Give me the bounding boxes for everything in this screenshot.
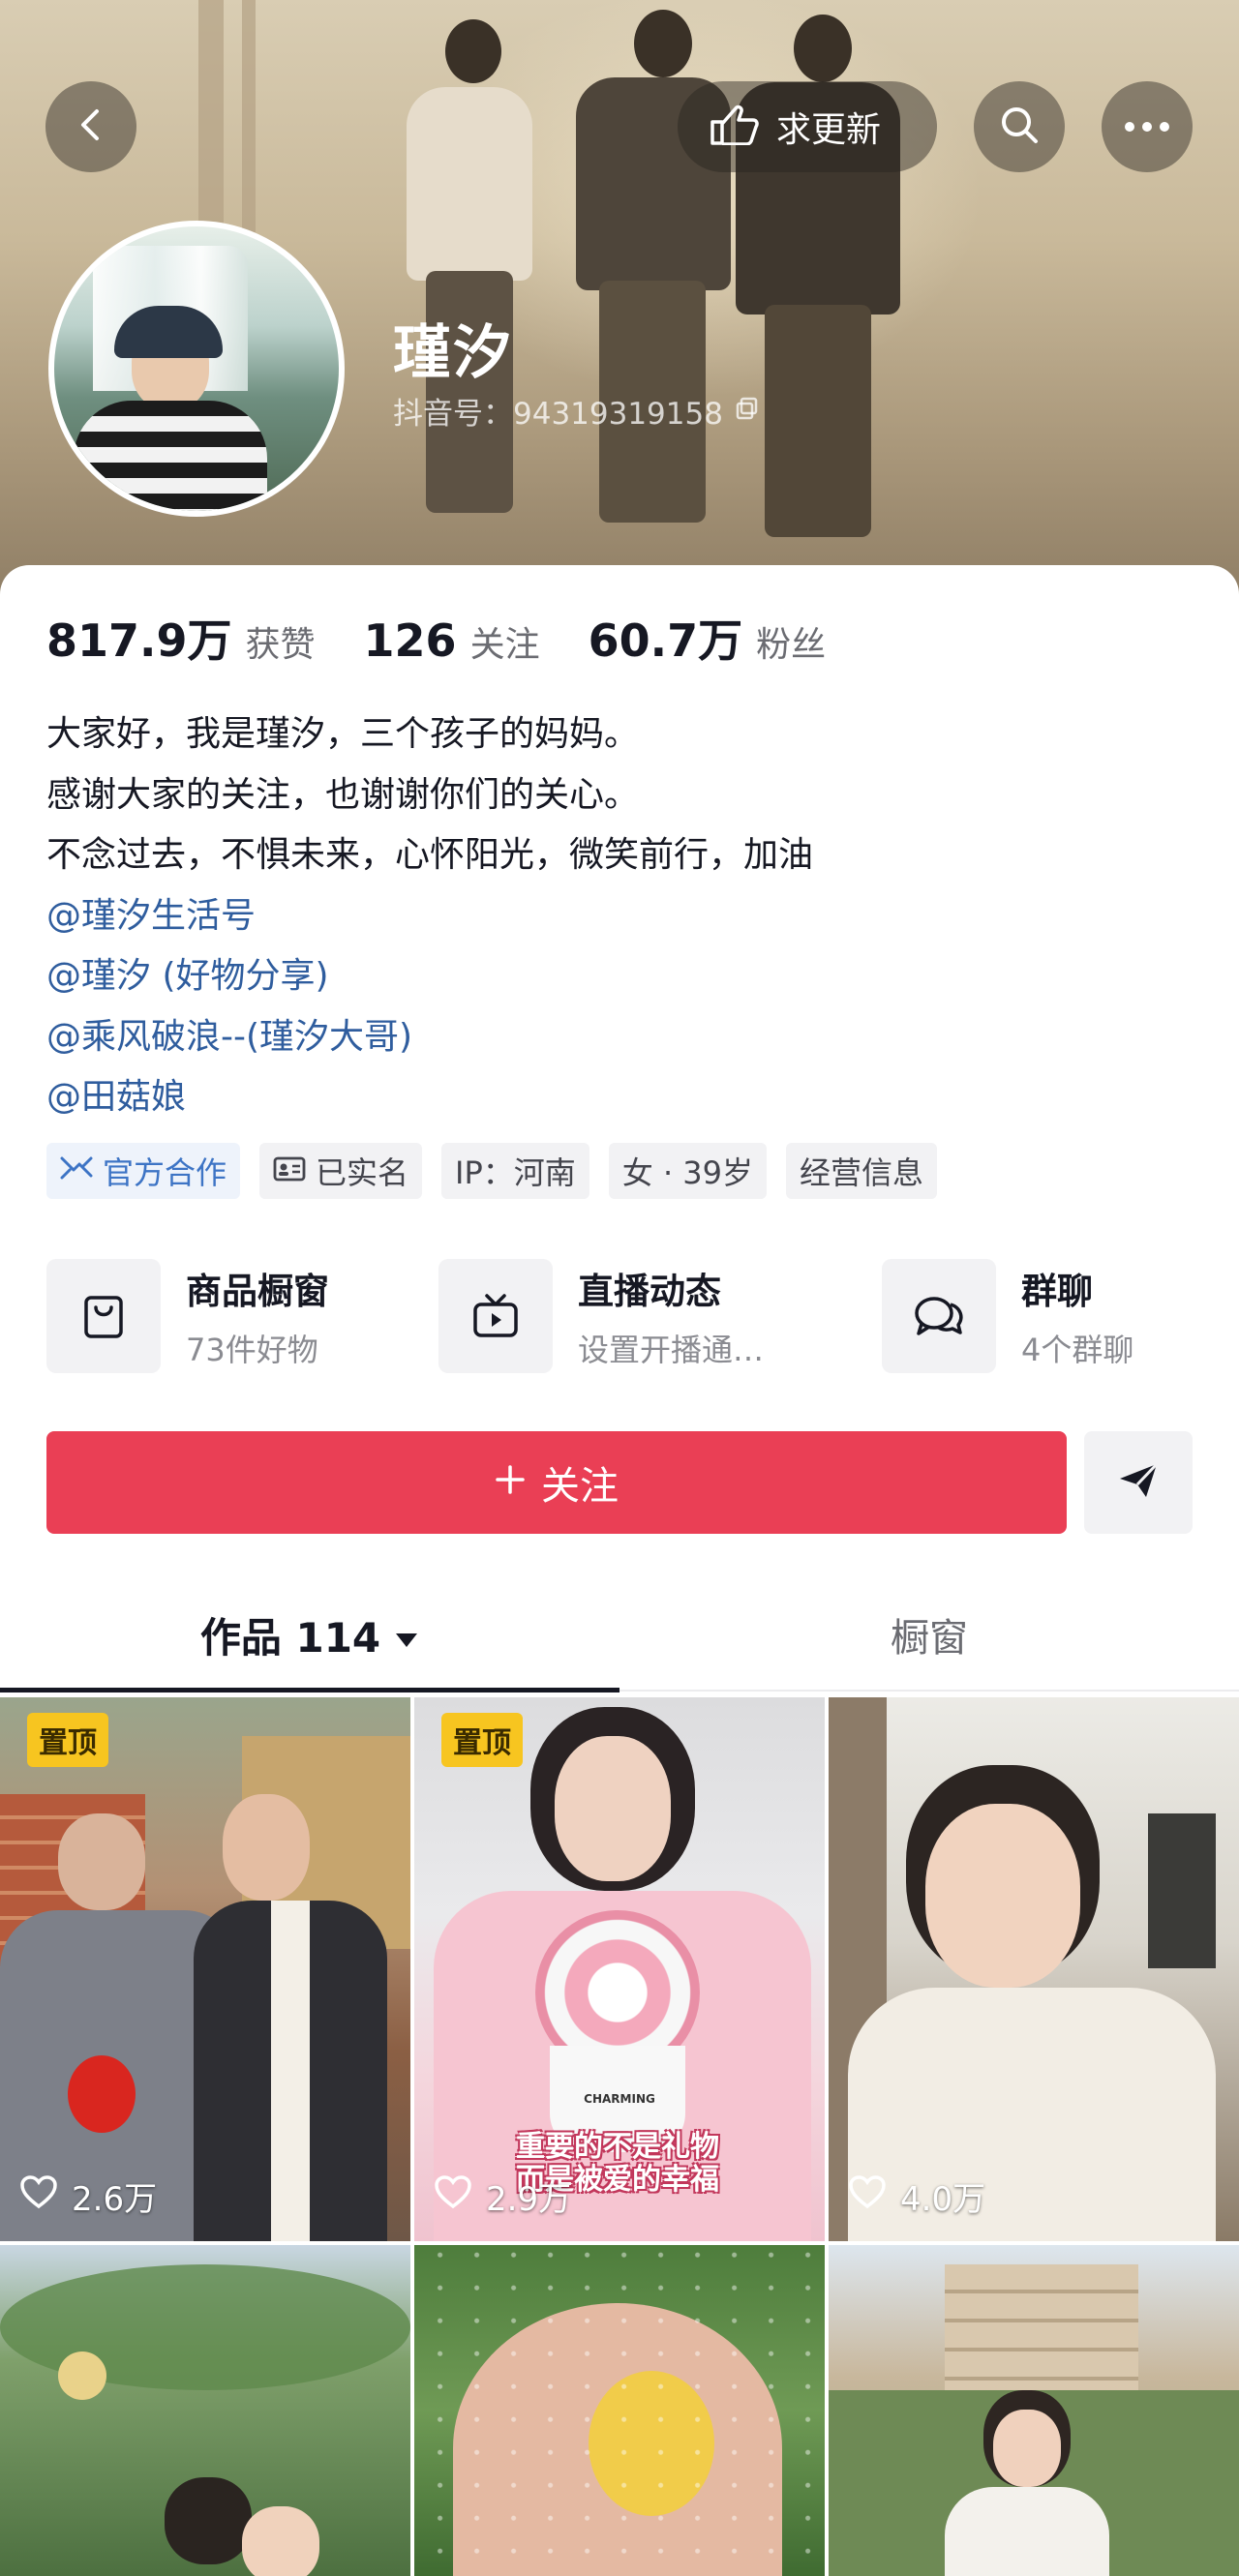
active-tab-indicator <box>0 1688 620 1692</box>
follow-button[interactable]: 关注 <box>46 1431 1067 1534</box>
stat-label: 粉丝 <box>756 625 827 665</box>
video-likes: 2.9万 <box>434 2172 571 2220</box>
tag-label: 已实名 <box>316 1154 409 1191</box>
video-thumbnail[interactable] <box>829 2245 1239 2576</box>
tag-label: 女 · 39岁 <box>621 1154 754 1191</box>
search-button[interactable] <box>974 81 1065 172</box>
stats-row: 817.9万 获赞 126 关注 60.7万 粉丝 <box>46 606 874 670</box>
service-title: 商品橱窗 <box>186 1271 329 1312</box>
cooperation-icon <box>60 1153 93 1189</box>
services-row: 商品橱窗 73件好物 直播动态 设置开播通… 群聊 4个群聊 <box>46 1259 1193 1375</box>
profile-banner: 求更新 瑾汐 抖音号：94319319158 <box>0 0 1239 600</box>
profile-name: 瑾汐 <box>393 319 513 387</box>
video-caption-line: 重要的不是礼物 <box>516 2130 719 2164</box>
service-subtitle: 73件好物 <box>186 1332 318 1368</box>
tag-ip-location: IP：河南 <box>441 1143 589 1199</box>
follow-label: 关注 <box>541 1464 619 1509</box>
back-button[interactable] <box>45 81 136 172</box>
pointing-hand-icon <box>709 101 759 154</box>
likes-count: 2.9万 <box>486 2180 572 2219</box>
service-shop-window[interactable]: 商品橱窗 73件好物 <box>46 1259 329 1373</box>
tag-label: IP：河南 <box>455 1154 576 1191</box>
back-arrow-icon <box>72 105 110 148</box>
share-button[interactable] <box>1084 1431 1193 1534</box>
request-update-label: 求更新 <box>776 110 882 150</box>
bio-line: 不念过去，不惧未来，心怀阳光，微笑前行，加油 <box>46 835 814 875</box>
avatar[interactable] <box>48 221 345 517</box>
bio-line: 感谢大家的关注，也谢谢你们的关心。 <box>46 774 640 815</box>
stat-followers[interactable]: 60.7万 粉丝 <box>589 606 827 670</box>
copy-icon[interactable] <box>735 394 760 429</box>
banner-tree <box>242 0 256 232</box>
likes-count: 4.0万 <box>900 2180 986 2219</box>
stat-number: 60.7万 <box>588 614 743 667</box>
search-icon <box>998 104 1041 150</box>
video-thumbnail[interactable]: 置顶 2.6万 <box>0 1697 410 2241</box>
caret-down-icon <box>394 1611 419 1659</box>
profile-tags: 官方合作 已实名 IP：河南 女 · 39岁 经营信息 <box>46 1143 938 1199</box>
bio: 大家好，我是瑾汐，三个孩子的妈妈。 感谢大家的关注，也谢谢你们的关心。 不念过去… <box>46 704 813 1128</box>
service-title: 直播动态 <box>578 1271 721 1312</box>
service-title: 群聊 <box>1021 1271 1093 1312</box>
tab-works[interactable]: 作品 114 <box>0 1581 620 1688</box>
pinned-badge: 置顶 <box>441 1713 523 1767</box>
heart-icon <box>19 2174 58 2218</box>
send-icon <box>1117 1461 1160 1504</box>
banner-tree <box>198 0 224 232</box>
tag-business-info[interactable]: 经营信息 <box>786 1143 938 1199</box>
service-subtitle: 设置开播通… <box>578 1332 765 1368</box>
heart-icon <box>434 2174 472 2218</box>
shopping-bag-icon <box>46 1259 161 1373</box>
tag-label: 官方合作 <box>103 1154 227 1191</box>
video-likes: 4.0万 <box>848 2172 985 2220</box>
tab-divider <box>620 1690 1239 1692</box>
tv-live-icon <box>438 1259 553 1373</box>
tab-label: 橱窗 <box>891 1616 968 1661</box>
service-group-chat[interactable]: 群聊 4个群聊 <box>882 1259 1133 1373</box>
pinned-badge: 置顶 <box>27 1713 108 1767</box>
service-subtitle: 4个群聊 <box>1021 1332 1134 1368</box>
likes-count: 2.6万 <box>72 2180 158 2219</box>
video-thumbnail[interactable] <box>414 2245 825 2576</box>
bio-mention-link[interactable]: @瑾汐生活号 <box>46 886 813 947</box>
heart-icon <box>848 2174 887 2218</box>
stat-likes[interactable]: 817.9万 获赞 <box>46 606 316 670</box>
content-tabs: 作品 114 橱窗 <box>0 1581 1239 1688</box>
stat-label: 关注 <box>469 625 540 665</box>
tab-shop-window[interactable]: 橱窗 <box>620 1581 1239 1688</box>
stat-number: 817.9万 <box>46 614 232 667</box>
bouquet-card-text: CHARMING <box>584 2092 655 2106</box>
tag-official-cooperation[interactable]: 官方合作 <box>46 1143 241 1199</box>
bio-mention-link[interactable]: @瑾汐 (好物分享) <box>46 946 813 1007</box>
video-thumbnail[interactable]: 4.0万 <box>829 1697 1239 2241</box>
video-thumbnail[interactable]: CHARMING 重要的不是礼物 而是被爱的幸福 置顶 2.9万 <box>414 1697 825 2241</box>
douyin-id-row[interactable]: 抖音号：94319319158 <box>393 389 760 433</box>
plus-icon <box>495 1460 526 1505</box>
stat-number: 126 <box>363 614 457 667</box>
tab-label: 作品 114 <box>199 1613 381 1662</box>
more-dots-icon <box>1124 118 1170 136</box>
id-card-icon <box>273 1153 306 1189</box>
stat-label: 获赞 <box>245 625 316 665</box>
tag-label: 经营信息 <box>800 1154 924 1191</box>
tag-gender-age: 女 · 39岁 <box>608 1143 768 1199</box>
chat-bubbles-icon <box>882 1259 996 1373</box>
bio-line: 大家好，我是瑾汐，三个孩子的妈妈。 <box>46 714 640 754</box>
request-update-button[interactable]: 求更新 <box>678 81 937 172</box>
bio-mention-link[interactable]: @乘风破浪--(瑾汐大哥) <box>46 1007 813 1068</box>
profile-sheet: 817.9万 获赞 126 关注 60.7万 粉丝 大家好，我是瑾汐，三个孩子的… <box>0 565 1239 2576</box>
tag-verified-name[interactable]: 已实名 <box>259 1143 423 1199</box>
douyin-id: 抖音号：94319319158 <box>393 397 723 432</box>
bio-mention-link[interactable]: @田菇娘 <box>46 1067 813 1128</box>
more-button[interactable] <box>1102 81 1193 172</box>
video-thumbnail[interactable] <box>0 2245 410 2576</box>
stat-following[interactable]: 126 关注 <box>364 614 540 667</box>
video-likes: 2.6万 <box>19 2172 157 2220</box>
service-live[interactable]: 直播动态 设置开播通… <box>438 1259 764 1373</box>
